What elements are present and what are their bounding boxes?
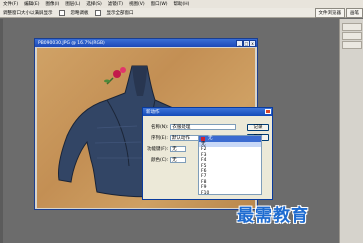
function-key-select[interactable]: 无 <box>170 146 187 152</box>
name-input[interactable]: 衣服处理 <box>170 124 237 130</box>
menu-select[interactable]: 选择(S) <box>86 1 101 7</box>
dialog-title: 新动作 <box>146 110 160 115</box>
watermark-logo: 最需教育 <box>237 206 309 226</box>
minimize-button[interactable]: _ <box>236 40 243 47</box>
set-label: 序列(E): <box>151 136 168 141</box>
function-key-dropdown-list[interactable]: 无 无 F2 F3 F4 F5 F6 F7 F8 F9 F10 <box>198 135 262 196</box>
dropdown-header-label: 无 <box>208 136 213 141</box>
ignore-palettes-checkbox[interactable] <box>58 9 65 16</box>
function-key-row: 功能键(F): 无 <box>147 146 187 152</box>
dialog-close-icon[interactable] <box>265 109 271 114</box>
show-all-windows-checkbox[interactable] <box>94 9 101 16</box>
menu-filter[interactable]: 滤镜(T) <box>108 1 123 7</box>
name-row: 名称(N): 衣服处理 <box>151 124 237 130</box>
menu-window[interactable]: 窗口(W) <box>151 1 168 7</box>
dialog-titlebar[interactable]: 新动作 <box>143 108 272 116</box>
palette-slot[interactable] <box>342 23 362 31</box>
option-fit-window-label: 调整窗口大小以满屏显示 <box>3 10 53 16</box>
ignore-palettes-label: 忽略调板 <box>70 10 89 16</box>
palette-slot[interactable] <box>342 32 362 40</box>
menu-layer[interactable]: 图层(L) <box>65 1 80 7</box>
dropdown-option[interactable]: F10 <box>199 191 261 196</box>
menu-image[interactable]: 图像(I) <box>45 1 59 7</box>
menu-bar: 文件(F) 编辑(E) 图像(I) 图层(L) 选择(S) 滤镜(T) 视图(V… <box>0 0 363 8</box>
close-button[interactable]: x <box>249 40 256 47</box>
toolbox-strip <box>0 19 3 243</box>
tab-brushes[interactable]: 画笔 <box>346 8 363 18</box>
color-select[interactable]: 无 <box>170 157 187 163</box>
image-window-title: PB090030.JPG @ 16.7%(RGB) <box>38 40 105 46</box>
show-all-windows-label: 显示全部窗口 <box>106 10 134 16</box>
menu-edit[interactable]: 编辑(E) <box>24 1 39 7</box>
red-square-icon <box>201 137 205 141</box>
options-bar: 调整窗口大小以满屏显示 忽略调板 显示全部窗口 <box>0 8 363 18</box>
palette-tabs: 文件浏览器 画笔 <box>314 8 363 18</box>
color-row: 颜色(C): 无 <box>151 157 187 163</box>
menu-view[interactable]: 视图(V) <box>129 1 145 7</box>
function-key-label: 功能键(F): <box>147 147 169 152</box>
palette-dock <box>339 19 363 243</box>
color-label: 颜色(C): <box>151 158 169 163</box>
image-window-titlebar[interactable]: PB090030.JPG @ 16.7%(RGB) _ □ x <box>35 39 257 47</box>
tab-file-browser[interactable]: 文件浏览器 <box>314 8 345 18</box>
menu-file[interactable]: 文件(F) <box>3 1 18 7</box>
palette-slot[interactable] <box>342 41 362 49</box>
menu-help[interactable]: 帮助(H) <box>174 1 190 7</box>
name-label: 名称(N): <box>151 125 169 130</box>
record-button[interactable]: 记录 <box>247 124 269 131</box>
